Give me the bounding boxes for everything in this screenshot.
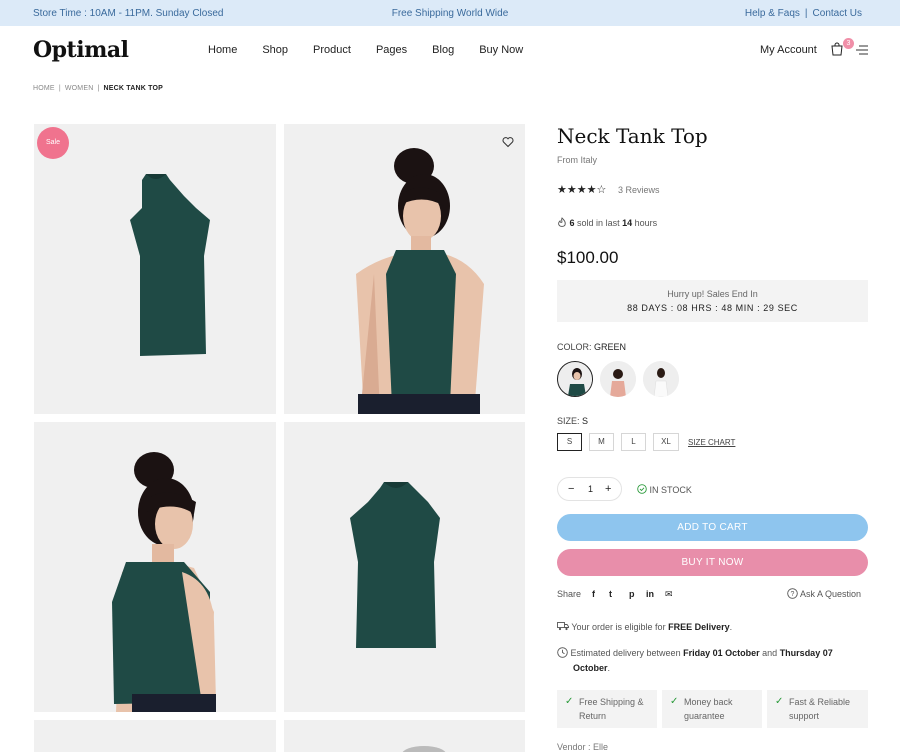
qty-plus-button[interactable]: + xyxy=(605,483,611,495)
question-circle-icon: ? xyxy=(787,588,798,599)
color-swatch-green[interactable] xyxy=(557,361,593,397)
breadcrumb-home[interactable]: HOME xyxy=(33,85,55,92)
size-option-l[interactable]: L xyxy=(621,433,646,451)
product-image-flat-front[interactable] xyxy=(34,124,276,414)
cart-count-badge: 3 xyxy=(843,38,854,49)
add-to-cart-button[interactable]: ADD TO CART xyxy=(557,514,868,541)
help-link[interactable]: Help & Faqs xyxy=(745,8,800,19)
logo[interactable]: Optimal xyxy=(33,37,129,63)
estimated-delivery-info: Estimated delivery between Friday 01 Oct… xyxy=(557,646,869,676)
product-image-model-front[interactable] xyxy=(284,124,525,414)
nav-product[interactable]: Product xyxy=(313,44,351,56)
feature-fast-support: ✓ Fast & Reliable support xyxy=(767,690,868,728)
nav-pages[interactable]: Pages xyxy=(376,44,407,56)
product-price: $100.00 xyxy=(557,248,619,267)
fire-icon xyxy=(558,217,566,227)
check-icon: ✓ xyxy=(565,696,574,707)
feature-free-shipping: ✓ Free Shipping & Return xyxy=(557,690,657,728)
quantity-stepper: − 1 + xyxy=(557,477,622,501)
check-icon: ✓ xyxy=(670,696,679,707)
product-image-model-side[interactable] xyxy=(34,422,276,712)
countdown-title: Hurry up! Sales End In xyxy=(667,289,758,299)
truck-icon xyxy=(557,622,569,631)
top-links: Help & Faqs | Contact Us xyxy=(744,8,862,19)
shopping-bag-icon[interactable] xyxy=(830,42,844,56)
countdown-timer: 88 DAYS : 08 HRS : 48 MIN : 29 SEC xyxy=(627,303,798,313)
breadcrumb-current: NECK TANK TOP xyxy=(103,85,163,92)
color-swatch-white[interactable] xyxy=(643,361,679,397)
product-title: Neck Tank Top xyxy=(557,124,708,148)
product-image-bottom-right[interactable] xyxy=(284,720,525,752)
nav-buy-now[interactable]: Buy Now xyxy=(479,44,523,56)
check-circle-icon xyxy=(637,484,647,494)
feature-money-back: ✓ Money back guarantee xyxy=(662,690,762,728)
menu-icon[interactable] xyxy=(856,45,868,55)
rating-stars: ★★★★☆ xyxy=(557,184,607,196)
buy-now-button[interactable]: BUY IT NOW xyxy=(557,549,868,576)
size-chart-link[interactable]: SIZE CHART xyxy=(688,438,735,447)
color-value: GREEN xyxy=(594,342,627,352)
nav-home[interactable]: Home xyxy=(208,44,237,56)
size-option-s[interactable]: S xyxy=(557,433,582,451)
nav-blog[interactable]: Blog xyxy=(432,44,454,56)
breadcrumb: HOME | WOMEN | NECK TANK TOP xyxy=(33,85,163,92)
email-icon[interactable]: ✉ xyxy=(665,589,673,600)
sold-info: 6 sold in last 14 hours xyxy=(557,217,657,228)
pinterest-icon[interactable]: p xyxy=(629,589,635,599)
my-account-link[interactable]: My Account xyxy=(760,44,817,56)
sale-badge: Sale xyxy=(37,127,69,159)
facebook-icon[interactable]: f xyxy=(592,589,595,599)
contact-link[interactable]: Contact Us xyxy=(813,8,862,19)
product-origin: From Italy xyxy=(557,155,598,165)
wishlist-heart-icon[interactable] xyxy=(502,136,514,148)
top-bar: Store Time : 10AM - 11PM. Sunday Closed … xyxy=(0,0,900,26)
size-value: S xyxy=(582,416,589,426)
svg-text:?: ? xyxy=(791,591,795,598)
share-label: Share xyxy=(557,589,582,599)
check-icon: ✓ xyxy=(775,696,784,707)
qty-minus-button[interactable]: − xyxy=(568,483,574,495)
product-image-flat-angle[interactable] xyxy=(284,422,525,712)
qty-value[interactable]: 1 xyxy=(588,484,593,494)
nav-shop[interactable]: Shop xyxy=(262,44,288,56)
size-option-m[interactable]: M xyxy=(589,433,614,451)
ask-question-link[interactable]: ? Ask A Question xyxy=(787,588,861,599)
free-delivery-info: Your order is eligible for FREE Delivery… xyxy=(557,620,732,635)
linkedin-icon[interactable]: in xyxy=(646,589,654,599)
twitter-icon[interactable]: t xyxy=(609,589,612,599)
stock-status: IN STOCK xyxy=(637,484,692,495)
reviews-link[interactable]: 3 Reviews xyxy=(618,185,660,195)
product-image-bottom-left[interactable] xyxy=(34,720,276,752)
size-label: SIZE: S xyxy=(557,416,589,426)
breadcrumb-women[interactable]: WOMEN xyxy=(65,85,94,92)
main-nav: Home Shop Product Pages Blog Buy Now xyxy=(208,44,548,56)
clock-icon xyxy=(557,647,568,658)
color-swatch-pink[interactable] xyxy=(600,361,636,397)
sale-countdown: Hurry up! Sales End In 88 DAYS : 08 HRS … xyxy=(557,280,868,322)
header: Optimal Home Shop Product Pages Blog Buy Now … xyxy=(0,26,900,76)
vendor-info: Vendor : Elle xyxy=(557,742,609,752)
color-label: COLOR: GREEN xyxy=(557,342,627,352)
size-option-xl[interactable]: XL xyxy=(653,433,679,451)
